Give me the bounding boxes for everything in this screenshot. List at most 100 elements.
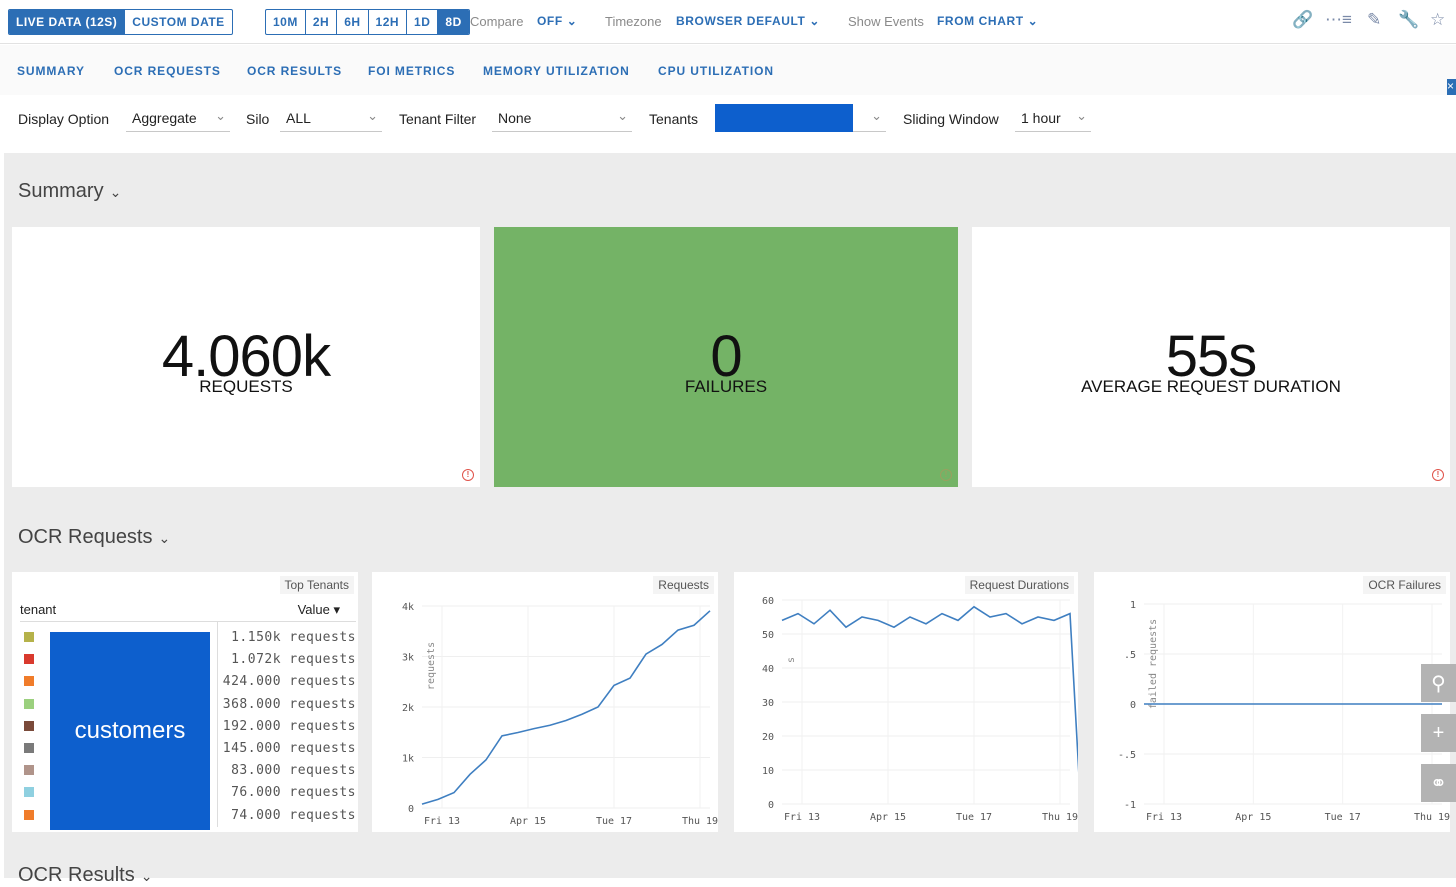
failures-stat-panel[interactable]: 0 FAILURES ! <box>494 227 958 487</box>
range-2h-button[interactable]: 2H <box>306 10 338 34</box>
row-value: 76.000 requests <box>231 785 356 801</box>
ocr-results-section-toggle[interactable]: OCR Results ⌄ <box>18 864 152 887</box>
requests-stat-panel[interactable]: 4.060k REQUESTS ! <box>12 227 480 487</box>
request-durations-chart-panel: Request Durations 0 10 20 30 40 50 60 Fri 13 Apr… <box>734 572 1081 832</box>
chevron-down-icon: ⌄ <box>140 868 153 884</box>
tenants-select-highlight[interactable] <box>715 104 853 132</box>
tab-memory-utilization[interactable]: MEMORY UTILIZATION <box>483 64 630 78</box>
range-8d-button[interactable]: 8D <box>438 10 469 34</box>
ocr-requests-section-title: OCR Requests <box>18 526 153 548</box>
ocr-failures-chart[interactable]: -1 -.5 0 .5 1 Fri 13 Apr 15 Tue 17 Thu 19 failed … <box>1094 572 1450 832</box>
star-icon[interactable]: ☆ <box>1430 10 1445 30</box>
legend-swatch <box>24 787 34 798</box>
chevron-down-icon: ⌄ <box>617 108 628 123</box>
close-icon: × <box>1447 79 1455 93</box>
y-tick-label: 2k <box>402 703 414 714</box>
chevron-down-icon: ⌄ <box>215 108 226 123</box>
tenant-filter-value: None <box>498 110 532 126</box>
y-tick-label: -.5 <box>1118 750 1136 761</box>
list-menu-icon[interactable]: ⋯≡ <box>1325 10 1352 30</box>
y-tick-label: 50 <box>762 630 774 641</box>
tenants-label: Tenants <box>649 111 699 127</box>
tenant-filter-select[interactable]: None ⌄ <box>492 104 632 132</box>
custom-date-button[interactable]: CUSTOM DATE <box>125 10 231 34</box>
failures-stat-caption: FAILURES <box>684 377 768 396</box>
range-selector: 10M 2H 6H 12H 1D 8D <box>265 9 470 35</box>
row-value: 145.000 requests <box>222 741 356 756</box>
chart-title: Request Durations <box>964 576 1074 594</box>
requests-chart-panel: Requests 0 1k 2k 3k 4k Fri 13 Apr 15 Tue 17 Thu … <box>372 572 718 832</box>
range-12h-button[interactable]: 12H <box>369 10 408 34</box>
duration-stat-panel[interactable]: 55s AVERAGE REQUEST DURATION ! <box>972 227 1450 487</box>
display-option-label: Display Option <box>18 111 110 127</box>
x-tick-label: Fri 13 <box>784 812 820 823</box>
tenants-select-toggle[interactable]: ⌄ <box>853 104 886 132</box>
info-icon[interactable]: ! <box>462 469 474 481</box>
compare-label: Compare <box>470 14 524 29</box>
range-10m-button[interactable]: 10M <box>266 10 306 34</box>
summary-section-toggle[interactable]: Summary ⌄ <box>18 180 121 203</box>
column-divider <box>217 622 218 827</box>
x-tick-label: Tue 17 <box>1325 812 1361 823</box>
show-events-dropdown[interactable]: FROM CHART ⌄ <box>937 14 1038 28</box>
top-toolbar: LIVE DATA (12S) CUSTOM DATE 10M 2H 6H 12… <box>0 0 1456 44</box>
live-data-button[interactable]: LIVE DATA (12S) <box>9 10 126 34</box>
legend-swatch <box>24 743 34 753</box>
filter-bar: Display Option Aggregate ⌄ Silo ALL ⌄ Te… <box>0 95 1456 153</box>
info-icon[interactable]: ! <box>940 469 952 481</box>
ocr-requests-section-toggle[interactable]: OCR Requests ⌄ <box>18 526 170 549</box>
tab-ocr-results[interactable]: OCR RESULTS <box>247 64 342 78</box>
link-icon: ⚭ <box>1430 772 1447 795</box>
tenant-tooltip: customers <box>50 632 210 830</box>
timezone-dropdown[interactable]: BROWSER DEFAULT ⌄ <box>676 14 820 28</box>
row-value: 83.000 requests <box>231 763 356 779</box>
display-option-select[interactable]: Aggregate ⌄ <box>126 104 230 132</box>
compare-dropdown[interactable]: OFF ⌄ <box>537 14 577 28</box>
range-1d-button[interactable]: 1D <box>407 10 439 34</box>
column-header-value[interactable]: Value ▾ <box>298 602 340 618</box>
duration-stat-caption: AVERAGE REQUEST DURATION <box>1081 377 1341 396</box>
chevron-down-icon: ⌄ <box>367 108 378 123</box>
legend-swatch <box>24 809 34 820</box>
y-axis-label: s <box>786 657 797 663</box>
chevron-down-icon: ⌄ <box>158 530 171 546</box>
y-tick-label: 0 <box>408 804 414 815</box>
y-axis-label: failed requests <box>1148 619 1159 709</box>
top-tenants-panel: Top Tenants tenant Value ▾ 1.150k reques… <box>12 572 358 832</box>
range-6h-button[interactable]: 6H <box>337 10 369 34</box>
x-tick-label: Thu 19 <box>682 816 718 827</box>
pencil-icon[interactable]: ✎ <box>1367 10 1381 30</box>
y-tick-label: .5 <box>1124 650 1136 661</box>
tab-cpu-utilization[interactable]: CPU UTILIZATION <box>658 64 774 78</box>
x-tick-label: Apr 15 <box>510 816 546 827</box>
y-tick-label: 20 <box>762 732 774 743</box>
tab-ocr-requests[interactable]: OCR REQUESTS <box>114 64 221 78</box>
row-value: 1.150k requests <box>231 630 356 645</box>
tab-summary[interactable]: SUMMARY <box>17 64 85 78</box>
y-tick-label: 0 <box>768 800 774 811</box>
requests-chart[interactable]: 0 1k 2k 3k 4k Fri 13 Apr 15 Tue 17 Thu 19 request… <box>372 572 718 832</box>
row-value: 368.000 requests <box>222 696 356 712</box>
y-tick-label: -1 <box>1124 800 1136 811</box>
add-button[interactable]: + <box>1421 714 1456 752</box>
share-button[interactable]: ⚭ <box>1421 764 1456 802</box>
legend-swatch <box>24 632 34 642</box>
silo-select[interactable]: ALL ⌄ <box>280 104 382 132</box>
link-icon[interactable]: 🔗 <box>1292 10 1313 30</box>
legend-swatch <box>24 676 34 687</box>
tab-foi-metrics[interactable]: FOI METRICS <box>368 64 455 78</box>
wrench-icon[interactable]: 🔧 <box>1398 10 1419 30</box>
timezone-label: Timezone <box>605 14 662 29</box>
search-button[interactable]: ⚲ <box>1421 664 1456 702</box>
info-icon[interactable]: ! <box>1432 469 1444 481</box>
chevron-down-icon: ⌄ <box>809 14 821 28</box>
column-header-tenant[interactable]: tenant <box>20 602 56 617</box>
row-value: 1.072k requests <box>231 652 356 668</box>
x-tick-label: Apr 15 <box>1235 812 1271 823</box>
sliding-window-select[interactable]: 1 hour ⌄ <box>1015 104 1091 132</box>
chart-title: Requests <box>653 576 714 594</box>
chart-title: OCR Failures <box>1363 576 1446 594</box>
legend-swatch <box>24 720 34 731</box>
chevron-down-icon: ⌄ <box>1076 108 1087 123</box>
request-durations-chart[interactable]: 0 10 20 30 40 50 60 Fri 13 Apr 15 Tue 17 Thu 19 s <box>734 572 1081 832</box>
